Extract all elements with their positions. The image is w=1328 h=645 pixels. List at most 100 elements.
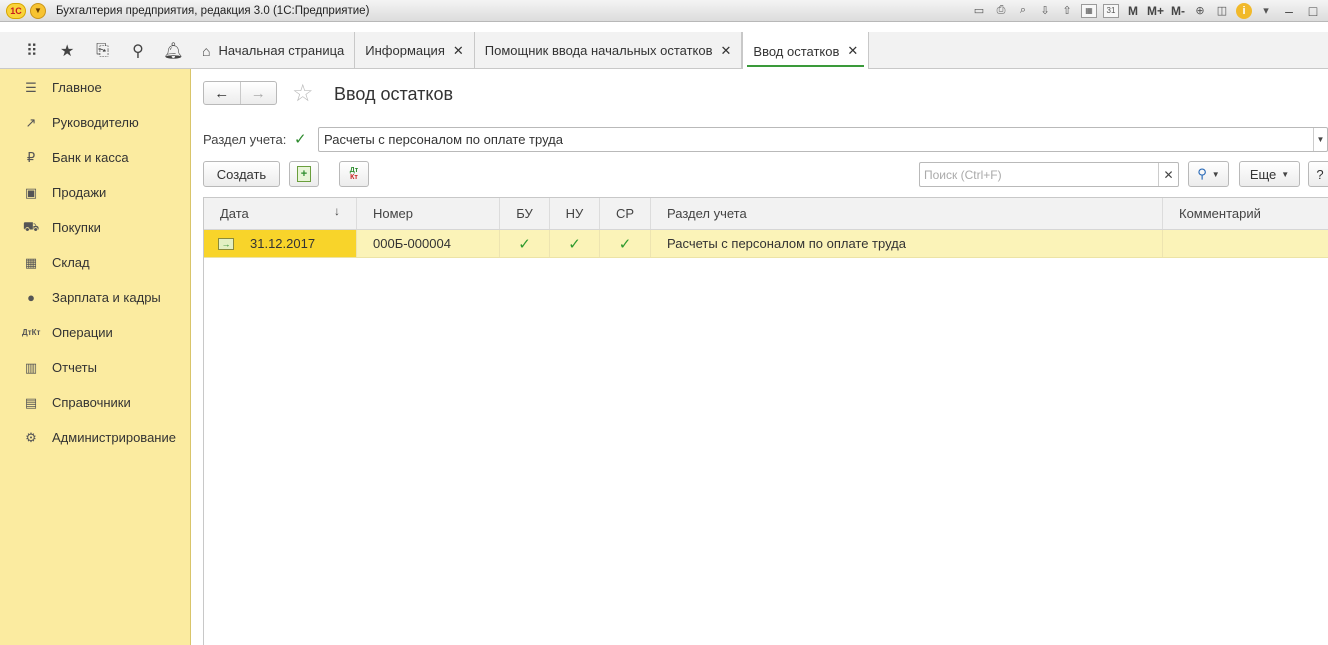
apps-grid-icon[interactable]: ⠿ bbox=[14, 39, 49, 63]
column-label: Дата bbox=[220, 206, 249, 221]
bag-icon: ▣ bbox=[24, 184, 38, 200]
print-icon[interactable]: ⎙ bbox=[993, 3, 1009, 19]
back-arrow-icon[interactable]: ← bbox=[204, 82, 240, 104]
tab-label: Ввод остатков bbox=[753, 43, 840, 59]
cell-bu[interactable]: ✓ bbox=[500, 230, 550, 257]
trend-icon: ↗ bbox=[25, 114, 37, 130]
title-toolbar: ▭ ⎙ ⌕ ⇩ ⇧ ▦ 31 М М+ М- ⊕ ◫ i ▾ – □ bbox=[971, 0, 1328, 21]
preview-icon[interactable]: ⌕ bbox=[1015, 3, 1031, 19]
cell-date[interactable]: → 31.12.2017 bbox=[204, 230, 357, 257]
sidebar-item-main[interactable]: ☰ Главное bbox=[0, 70, 190, 105]
download-icon[interactable]: ⇩ bbox=[1037, 3, 1053, 19]
chevron-down-icon[interactable]: ▾ bbox=[1258, 3, 1274, 19]
tab-balances-entry[interactable]: Ввод остатков ✕ bbox=[742, 32, 870, 70]
sidebar-item-reports[interactable]: ▥ Отчеты bbox=[0, 350, 190, 385]
check-icon: ✓ bbox=[518, 235, 531, 253]
column-section[interactable]: Раздел учета bbox=[651, 198, 1163, 229]
column-sr[interactable]: СР bbox=[600, 198, 651, 229]
calendar-icon[interactable]: 31 bbox=[1102, 3, 1119, 18]
favorite-star-icon[interactable]: ☆ bbox=[292, 79, 314, 108]
sidebar-item-sales[interactable]: ▣ Продажи bbox=[0, 175, 190, 210]
tab-label: Помощник ввода начальных остатков bbox=[484, 43, 713, 58]
tab-opening-balances-assistant[interactable]: Помощник ввода начальных остатков ✕ bbox=[475, 32, 743, 69]
memory-plus-button[interactable]: М+ bbox=[1147, 3, 1164, 19]
section-checkbox[interactable]: ✓ bbox=[294, 130, 310, 148]
minimize-icon[interactable]: – bbox=[1280, 3, 1298, 19]
history-icon[interactable]: ⎘ bbox=[85, 39, 120, 63]
table-header: Дата ↓ Номер БУ НУ СР Раздел учета Коммен… bbox=[204, 198, 1328, 230]
sidebar-item-manager[interactable]: ↗ Руководителю bbox=[0, 105, 190, 140]
add-copy-button[interactable]: + bbox=[289, 161, 319, 187]
page-title: Ввод остатков bbox=[334, 84, 454, 104]
app-logo-icon[interactable]: 1С bbox=[6, 2, 26, 19]
sidebar-item-label: Администрирование bbox=[52, 430, 176, 445]
close-icon[interactable]: ✕ bbox=[453, 43, 464, 59]
clear-search-icon[interactable]: ✕ bbox=[1158, 163, 1178, 186]
ruble-icon: ₽ bbox=[26, 149, 36, 165]
column-nu[interactable]: НУ bbox=[550, 198, 600, 229]
find-button[interactable]: ⚲ ▼ bbox=[1188, 161, 1229, 187]
sidebar-item-purchases[interactable]: ⛟ Покупки bbox=[0, 210, 190, 245]
sidebar-item-administration[interactable]: ⚙ Администрирование bbox=[0, 420, 190, 455]
bell-icon[interactable]: 🔔︎ bbox=[156, 39, 191, 63]
top-icons: ⠿ ★ ⎘ ⚲ 🔔︎ bbox=[0, 32, 191, 69]
section-select[interactable]: Расчеты с персоналом по оплате труда ▼ bbox=[318, 127, 1328, 152]
date-value: 31.12.2017 bbox=[250, 236, 316, 251]
close-icon[interactable]: ✕ bbox=[847, 43, 858, 59]
close-icon[interactable]: ✕ bbox=[721, 43, 732, 59]
tab-info[interactable]: Информация ✕ bbox=[355, 32, 475, 69]
history-nav: ← → bbox=[203, 81, 277, 105]
table-row[interactable]: → 31.12.2017 000Б-000004 ✓ ✓ ✓ Расчеты с… bbox=[204, 230, 1328, 258]
sort-down-icon: ↓ bbox=[334, 204, 340, 218]
more-button[interactable]: Еще ▼ bbox=[1239, 161, 1300, 187]
sidebar-item-bank[interactable]: ₽ Банк и касса bbox=[0, 140, 190, 175]
forward-arrow-icon[interactable]: → bbox=[239, 82, 277, 104]
documents-table: Дата ↓ Номер БУ НУ СР Раздел учета Коммен… bbox=[203, 197, 1328, 645]
sidebar-item-directories[interactable]: ▤ Справочники bbox=[0, 385, 190, 420]
sidebar-item-payroll[interactable]: ● Зарплата и кадры bbox=[0, 280, 190, 315]
main-content: ← → ☆ Ввод остатков Раздел учета: ✓ Расч… bbox=[192, 69, 1328, 645]
upload-icon[interactable]: ⇧ bbox=[1059, 3, 1075, 19]
column-comment[interactable]: Комментарий bbox=[1163, 198, 1328, 229]
add-document-icon: + bbox=[297, 166, 311, 182]
column-number[interactable]: Номер bbox=[357, 198, 500, 229]
help-button[interactable]: ? bbox=[1308, 161, 1328, 187]
sidebar-item-label: Руководителю bbox=[52, 115, 139, 130]
favorites-star-icon[interactable]: ★ bbox=[49, 39, 84, 63]
tab-label: Начальная страница bbox=[218, 43, 345, 58]
search-icon[interactable]: ⚲ bbox=[120, 39, 155, 63]
dtkt-icon: ДтКт bbox=[22, 328, 41, 337]
more-label: Еще bbox=[1249, 166, 1277, 182]
memory-button[interactable]: М bbox=[1125, 3, 1141, 19]
sidebar: ☰ Главное ↗ Руководителю ₽ Банк и касса ▣ Пр… bbox=[0, 69, 191, 645]
sidebar-item-label: Склад bbox=[52, 255, 90, 270]
cell-sr[interactable]: ✓ bbox=[600, 230, 651, 257]
dtkt-icon: Дт Кт bbox=[350, 167, 358, 181]
sidebar-item-warehouse[interactable]: ▦ Склад bbox=[0, 245, 190, 280]
search-input[interactable]: Поиск (Ctrl+F) bbox=[920, 168, 1158, 182]
cell-number[interactable]: 000Б-000004 bbox=[357, 230, 500, 257]
panel-icon[interactable]: ◫ bbox=[1214, 3, 1230, 19]
book-icon: ▤ bbox=[24, 394, 38, 410]
dtkt-button[interactable]: Дт Кт bbox=[339, 161, 369, 187]
create-button[interactable]: Создать bbox=[203, 161, 280, 187]
memory-minus-button[interactable]: М- bbox=[1170, 3, 1186, 19]
column-date[interactable]: Дата ↓ bbox=[204, 198, 357, 229]
column-bu[interactable]: БУ bbox=[500, 198, 550, 229]
zoom-icon[interactable]: ⊕ bbox=[1192, 3, 1208, 19]
maximize-icon[interactable]: □ bbox=[1304, 3, 1322, 19]
posted-document-icon: → bbox=[218, 237, 234, 250]
chevron-down-icon[interactable]: ▼ bbox=[1313, 128, 1327, 151]
cell-section[interactable]: Расчеты с персоналом по оплате труда bbox=[651, 230, 1163, 257]
person-icon: ● bbox=[27, 290, 35, 305]
cell-nu[interactable]: ✓ bbox=[550, 230, 600, 257]
sidebar-item-operations[interactable]: ДтКт Операции bbox=[0, 315, 190, 350]
info-icon[interactable]: i bbox=[1236, 2, 1252, 19]
main-menu-icon[interactable]: ▼ bbox=[30, 2, 46, 19]
cell-comment[interactable] bbox=[1163, 230, 1328, 257]
save-icon[interactable]: ▭ bbox=[971, 3, 987, 19]
sidebar-item-label: Справочники bbox=[52, 395, 131, 410]
kt-label: Кт bbox=[350, 174, 358, 181]
calculator-icon[interactable]: ▦ bbox=[1080, 3, 1097, 18]
tab-home[interactable]: ⌂ Начальная страница bbox=[192, 32, 356, 69]
